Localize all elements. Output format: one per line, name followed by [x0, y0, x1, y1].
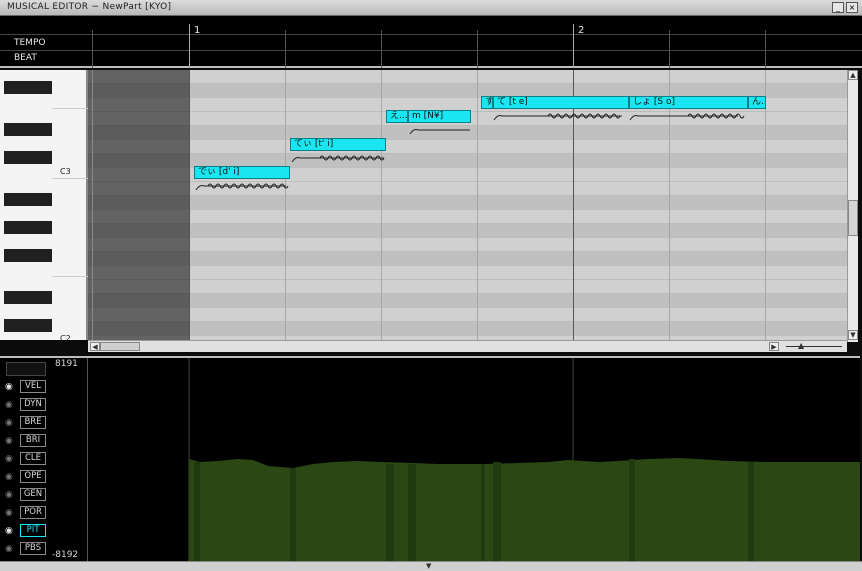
por-eye-icon[interactable]: ◉ [5, 508, 13, 518]
piano-roll[interactable]: C3 C2 でぃ [d' i] てぃ [t' i] え... m [N¥] て … [0, 70, 847, 340]
black-key[interactable] [4, 151, 52, 164]
piano-keyboard[interactable]: C3 C2 [0, 70, 88, 340]
pitch-curve-graph[interactable] [88, 358, 860, 561]
tempo-label: TEMPO [14, 38, 46, 48]
param-dyn-button[interactable]: DYN [20, 398, 46, 411]
black-key[interactable] [4, 319, 52, 332]
param-vel-button[interactable]: VEL [20, 380, 46, 393]
vel-eye-icon[interactable]: ◉ [5, 382, 13, 392]
control-track-selector[interactable] [6, 362, 46, 376]
vibrato-lines [195, 113, 745, 191]
gen-eye-icon[interactable]: ◉ [5, 490, 13, 500]
collapse-down-icon[interactable]: ▼ [426, 562, 431, 570]
c3-key-label: C3 [60, 167, 71, 176]
black-key[interactable] [4, 123, 52, 136]
bottom-resize-bar[interactable]: ▼ [0, 561, 862, 571]
bri-eye-icon[interactable]: ◉ [5, 436, 13, 446]
zoom-slider-handle-icon[interactable]: ▲ [798, 342, 804, 350]
c2-key-label: C2 [60, 334, 71, 340]
vertical-scrollbar[interactable]: ▲ ▼ [847, 70, 858, 342]
black-key[interactable] [4, 291, 52, 304]
beat-label: BEAT [14, 53, 37, 63]
scroll-right-icon[interactable]: ▶ [769, 342, 779, 351]
bre-eye-icon[interactable]: ◉ [5, 418, 13, 428]
control-min-label: -8192 [52, 550, 79, 560]
note-grid[interactable]: でぃ [d' i] てぃ [t' i] え... m [N¥] す て [t e… [88, 70, 847, 340]
scroll-up-icon[interactable]: ▲ [848, 70, 858, 80]
param-gen-button[interactable]: GEN [20, 488, 46, 501]
black-key[interactable] [4, 249, 52, 262]
param-cle-button[interactable]: CLE [20, 452, 46, 465]
ope-eye-icon[interactable]: ◉ [5, 472, 13, 482]
param-bre-button[interactable]: BRE [20, 416, 46, 429]
horizontal-scrollbar[interactable]: ◀ ▶ ▲ [88, 340, 847, 352]
timeline-ruler[interactable]: TEMPO BEAT 1 2 [0, 16, 862, 68]
cle-eye-icon[interactable]: ◉ [5, 454, 13, 464]
title-bar: MUSICAL EDITOR − NewPart [KYO] _ × [0, 0, 862, 16]
black-key[interactable] [4, 193, 52, 206]
horizontal-scroll-thumb[interactable] [100, 342, 140, 351]
zoom-slider[interactable] [786, 346, 842, 347]
close-button[interactable]: × [846, 2, 858, 13]
dyn-eye-icon[interactable]: ◉ [5, 400, 13, 410]
bar-number-2: 2 [578, 25, 585, 36]
param-bri-button[interactable]: BRI [20, 434, 46, 447]
param-pit-button[interactable]: PIT [20, 524, 46, 537]
minimize-button[interactable]: _ [832, 2, 844, 13]
param-por-button[interactable]: POR [20, 506, 46, 519]
param-ope-button[interactable]: OPE [20, 470, 46, 483]
control-max-label: 8191 [55, 359, 78, 369]
scroll-down-icon[interactable]: ▼ [848, 330, 858, 340]
pbs-eye-icon[interactable]: ◉ [5, 544, 13, 554]
bar-number-1: 1 [194, 25, 201, 36]
control-track-panel: 8191 -8192 ◉ VEL ◉ DYN ◉ BRE ◉ BRI ◉ CLE… [0, 356, 860, 561]
pit-eye-icon[interactable]: ◉ [5, 526, 13, 536]
window-title: MUSICAL EDITOR − NewPart [KYO] [7, 2, 172, 12]
black-key[interactable] [4, 81, 52, 94]
param-pbs-button[interactable]: PBS [20, 542, 46, 555]
vertical-scroll-thumb[interactable] [848, 200, 858, 236]
black-key[interactable] [4, 221, 52, 234]
scroll-left-icon[interactable]: ◀ [90, 342, 100, 351]
